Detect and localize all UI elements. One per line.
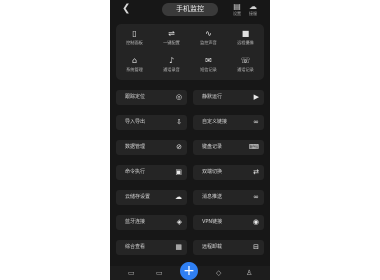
- quick-action-label: 系统管理: [126, 67, 143, 72]
- phone-screen: ❮ 手机监控 ▤ 设置 ☁ 接服 ▯ 控制面板 ⇌ 一键配置 ∿ 监控声音 ■ 远程摄像 ⌂ 系统…: [110, 0, 270, 280]
- function-card-6[interactable]: 键盘记录 ⌨: [193, 140, 264, 155]
- settings-icon: ▤: [233, 2, 241, 11]
- function-card-label: 综合查看: [125, 244, 146, 250]
- switch-icon: ⇄: [253, 168, 259, 176]
- settings-button[interactable]: ▤ 设置: [229, 2, 245, 17]
- location-icon: ◎: [175, 93, 182, 101]
- add-button[interactable]: +: [180, 262, 198, 280]
- function-card-13[interactable]: 综合查看 ▦: [116, 240, 187, 255]
- function-card-label: 键盘记录: [202, 144, 223, 150]
- function-card-12[interactable]: VPN链接 ◉: [193, 215, 264, 230]
- settings-label: 设置: [233, 11, 241, 16]
- function-card-label: 双端切换: [202, 169, 223, 175]
- grid-icon: ▦: [175, 243, 182, 251]
- function-card-label: 蓝牙连接: [125, 219, 146, 225]
- back-arrow-icon[interactable]: ❮: [122, 4, 130, 14]
- link-icon: ∞: [253, 118, 259, 126]
- cloud-storage-icon: ☁: [175, 193, 182, 201]
- add-icon: +: [183, 263, 195, 279]
- quick-action-label: 远程摄像: [237, 40, 254, 45]
- network-icon: ⌂: [131, 56, 138, 65]
- uninstall-icon: ⊟: [253, 243, 259, 251]
- function-card-label: 消息推送: [202, 194, 223, 200]
- quick-action-label: 通话记录: [237, 67, 254, 72]
- quick-action-6[interactable]: ♪ 通话录音: [153, 53, 190, 77]
- phone-icon: ▯: [132, 29, 137, 38]
- function-card-7[interactable]: 命令执行 ▣: [116, 165, 187, 180]
- microphone-icon: ♪: [168, 56, 175, 65]
- cloud-icon: ☁: [249, 2, 257, 11]
- function-card-4[interactable]: 自定义链接 ∞: [193, 115, 264, 130]
- waveform-icon: ∿: [205, 29, 212, 38]
- function-card-10[interactable]: 消息推送 ∞: [193, 190, 264, 205]
- quick-action-4[interactable]: ■ 远程摄像: [227, 26, 264, 50]
- function-card-8[interactable]: 双端切换 ⇄: [193, 165, 264, 180]
- function-card-2[interactable]: 静默运行 ▶: [193, 90, 264, 105]
- quick-action-label: 监控声音: [200, 40, 217, 45]
- profile-icon[interactable]: ♙: [246, 268, 252, 278]
- function-card-1[interactable]: 跟踪定位 ◎: [116, 90, 187, 105]
- function-card-label: 导入导出: [125, 119, 146, 125]
- data-icon: ⊘: [176, 143, 182, 151]
- header-bar: ❮ 手机监控 ▤ 设置 ☁ 接服: [110, 0, 270, 20]
- quick-action-1[interactable]: ▯ 控制面板: [116, 26, 153, 50]
- mail-icon: ✉: [205, 56, 212, 65]
- quick-action-label: 短信记录: [200, 67, 217, 72]
- function-card-3[interactable]: 导入导出 ⇩: [116, 115, 187, 130]
- function-card-label: VPN链接: [202, 219, 223, 225]
- quick-action-2[interactable]: ⇌ 一键配置: [153, 26, 190, 50]
- function-card-11[interactable]: 蓝牙连接 ◈: [116, 215, 187, 230]
- function-card-label: 自定义链接: [202, 119, 228, 125]
- message-link-icon: ∞: [253, 193, 259, 201]
- function-card-label: 静默运行: [202, 94, 223, 100]
- function-card-label: 跟踪定位: [125, 94, 146, 100]
- keyboard-icon: ⌨: [248, 143, 259, 151]
- video-camera-icon: ■: [241, 29, 250, 38]
- quick-action-7[interactable]: ✉ 短信记录: [190, 53, 227, 77]
- function-card-label: 云储存设置: [125, 194, 151, 200]
- function-card-9[interactable]: 云储存设置 ☁: [116, 190, 187, 205]
- sliders-icon: ⇌: [168, 29, 175, 38]
- vpn-icon: ◉: [252, 218, 259, 226]
- monitor-icon[interactable]: ▭: [156, 268, 163, 278]
- play-icon: ▶: [253, 93, 259, 101]
- function-card-label: 数据管理: [125, 144, 146, 150]
- function-card-14[interactable]: 远程卸载 ⊟: [193, 240, 264, 255]
- function-card-label: 命令执行: [125, 169, 146, 175]
- import-export-icon: ⇩: [176, 118, 182, 126]
- quick-action-8[interactable]: ☏ 通话记录: [227, 53, 264, 77]
- function-card-5[interactable]: 数据管理 ⊘: [116, 140, 187, 155]
- quick-action-3[interactable]: ∿ 监控声音: [190, 26, 227, 50]
- page-title: 手机监控: [162, 3, 218, 16]
- cloud-label: 接服: [249, 11, 257, 16]
- phone-call-icon: ☏: [240, 56, 251, 65]
- chat-icon[interactable]: ▭: [128, 268, 135, 278]
- function-card-label: 远程卸载: [202, 244, 223, 250]
- terminal-icon: ▣: [175, 168, 182, 176]
- bluetooth-icon: ◈: [176, 218, 182, 226]
- quick-action-label: 控制面板: [126, 40, 143, 45]
- quick-action-5[interactable]: ⌂ 系统管理: [116, 53, 153, 77]
- quick-actions-panel: ▯ 控制面板 ⇌ 一键配置 ∿ 监控声音 ■ 远程摄像 ⌂ 系统管理 ♪ 通话录音 ✉ 短信记录 ☏ 通话记录: [116, 24, 264, 80]
- quick-action-label: 通话录音: [163, 67, 180, 72]
- diamond-icon[interactable]: ◇: [216, 268, 221, 278]
- cloud-button[interactable]: ☁ 接服: [245, 2, 261, 17]
- quick-action-label: 一键配置: [163, 40, 180, 45]
